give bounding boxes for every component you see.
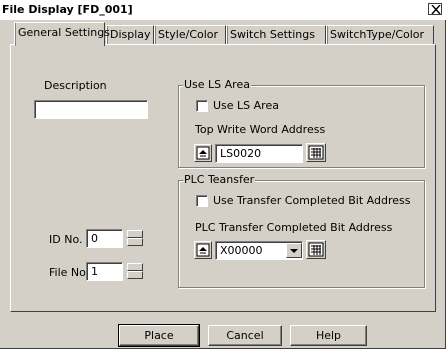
description-field[interactable]: [34, 100, 148, 119]
file-no-field[interactable]: 1: [86, 262, 123, 281]
top-write-word-address-value: LS0020: [220, 147, 262, 160]
tab-label: Style/Color: [158, 28, 219, 41]
window-title: File Display [FD_001]: [2, 3, 133, 16]
top-write-word-address-label: Top Write Word Address: [195, 123, 326, 136]
use-transfer-completed-bit-label: Use Transfer Completed Bit Address: [213, 194, 411, 207]
plc-transfer-group: PLC Teansfer Use Transfer Completed Bit …: [178, 173, 425, 288]
tab-display[interactable]: Display: [106, 25, 154, 44]
tab-label: Display: [110, 28, 151, 41]
plc-transfer-group-title: PLC Teansfer: [183, 173, 256, 186]
close-icon[interactable]: [428, 3, 442, 15]
tab-label: SwitchType/Color: [330, 28, 425, 41]
address-input-icon[interactable]: [194, 144, 212, 162]
help-button[interactable]: Help: [290, 325, 367, 346]
id-no-label: ID No.: [49, 233, 83, 246]
spin-down-icon[interactable]: [127, 238, 143, 246]
top-write-word-address-field[interactable]: LS0020: [215, 144, 303, 163]
general-settings-panel: Description ID No. 0 File No. 1 Use LS A…: [10, 44, 436, 312]
id-no-field[interactable]: 0: [86, 229, 123, 248]
cancel-button-label: Cancel: [226, 329, 264, 342]
id-no-spinner[interactable]: [127, 230, 143, 246]
plc-transfer-completed-bit-address-value: X00000: [220, 244, 263, 257]
tab-label: General Settings: [18, 26, 110, 39]
tab-switch-settings[interactable]: Switch Settings: [226, 25, 326, 44]
id-no-value: 0: [91, 232, 98, 245]
use-ls-area-checkbox-label: Use LS Area: [213, 99, 279, 112]
chevron-down-icon[interactable]: [286, 243, 302, 258]
tab-style-color[interactable]: Style/Color: [154, 25, 226, 44]
description-label: Description: [44, 79, 107, 92]
use-ls-area-group: Use LS Area Use LS Area Top Write Word A…: [178, 78, 425, 168]
file-display-dialog: File Display [FD_001] General Settings D…: [0, 0, 446, 349]
file-no-value: 1: [91, 265, 98, 278]
use-ls-area-group-title: Use LS Area: [183, 78, 251, 91]
use-transfer-completed-bit-checkbox[interactable]: [196, 195, 208, 207]
tab-label: Switch Settings: [230, 28, 315, 41]
spin-down-icon[interactable]: [127, 271, 143, 279]
use-ls-area-checkbox[interactable]: [196, 100, 208, 112]
file-no-spinner[interactable]: [127, 263, 143, 279]
spin-up-icon[interactable]: [127, 263, 143, 271]
place-button-label: Place: [144, 329, 174, 342]
cancel-button[interactable]: Cancel: [208, 325, 282, 346]
help-button-label: Help: [315, 329, 342, 342]
file-no-label: File No.: [49, 266, 90, 279]
spin-up-icon[interactable]: [127, 230, 143, 238]
tab-general-settings[interactable]: General Settings: [14, 22, 110, 46]
keypad-icon[interactable]: [306, 240, 326, 259]
keypad-icon[interactable]: [306, 143, 326, 162]
address-input-icon[interactable]: [194, 241, 212, 259]
plc-transfer-completed-bit-address-label: PLC Transfer Completed Bit Address: [195, 221, 393, 234]
tab-switchtype-color[interactable]: SwitchType/Color: [326, 25, 434, 44]
place-button[interactable]: Place: [118, 324, 200, 347]
title-bar: File Display [FD_001]: [0, 0, 446, 20]
